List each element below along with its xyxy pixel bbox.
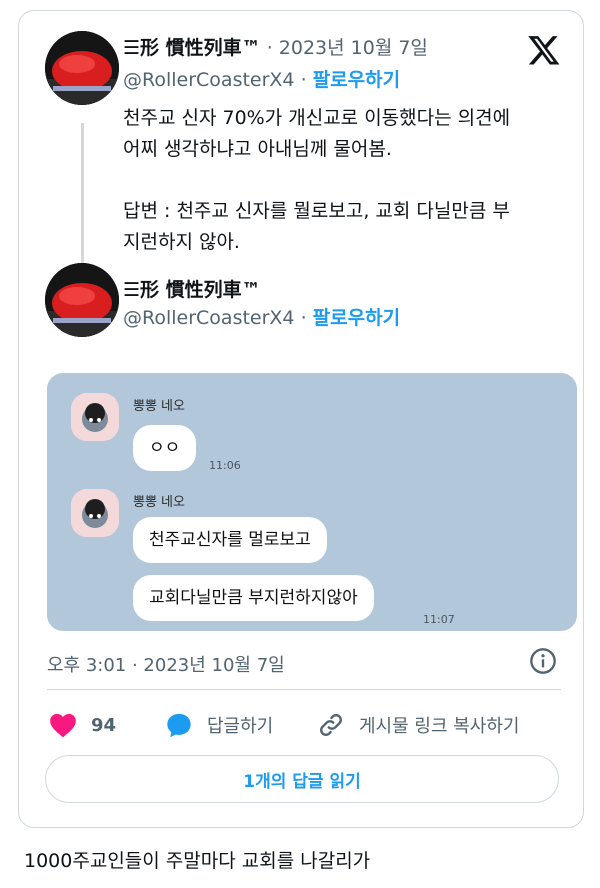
chat-sender-name: 뽕뽕 네오 xyxy=(133,399,185,414)
copy-link-button[interactable]: 게시물 링크 복사하기 xyxy=(317,711,519,739)
read-replies-button[interactable]: 1개의 답글 읽기 xyxy=(45,755,559,803)
tweet-text-line: 지런하지 않아. xyxy=(123,231,240,253)
reply-label: 답글하기 xyxy=(207,716,274,737)
chat-avatar xyxy=(71,489,119,537)
display-name[interactable]: ☰形 慣性列車™ · 2023년 10월 7일 xyxy=(123,33,428,60)
info-icon[interactable] xyxy=(529,647,557,675)
handle-row: @RollerCoasterX4 · 팔로우하기 xyxy=(123,65,400,92)
link-icon xyxy=(320,714,342,736)
reply-button[interactable]: 답글하기 xyxy=(165,711,273,739)
handle-row: @RollerCoasterX4 · 팔로우하기 xyxy=(123,303,400,330)
x-logo-icon[interactable] xyxy=(527,33,561,67)
heart-icon xyxy=(50,713,76,738)
separator: · xyxy=(294,307,313,329)
copy-link-label: 게시물 링크 복사하기 xyxy=(359,716,520,737)
chat-bubble: ㅇㅇ xyxy=(133,425,197,471)
divider xyxy=(47,689,561,690)
follow-button[interactable]: 팔로우하기 xyxy=(313,69,400,91)
avatar[interactable] xyxy=(45,263,119,337)
chat-bubble: 교회다닐만큼 부지런하지않아 xyxy=(133,575,374,621)
chat-time: 11:07 xyxy=(423,613,455,626)
separator: · xyxy=(294,69,313,91)
tweet-card: ☰形 慣性列車™ · 2023년 10월 7일 @RollerCoasterX4… xyxy=(18,10,584,828)
follow-button[interactable]: 팔로우하기 xyxy=(313,307,400,329)
chat-screenshot[interactable]: 뽕뽕 네오 ㅇㅇ 11:06 뽕뽕 네오 천주교신자를 멀로보고 교회다닐만큼 … xyxy=(47,373,577,631)
tweet-text-line: 천주교 신자 70%가 개신교로 이동했다는 의견에 xyxy=(123,107,511,129)
chat-time: 11:06 xyxy=(209,459,241,472)
user-handle[interactable]: @RollerCoasterX4 xyxy=(123,69,295,91)
chat-bubble: 천주교신자를 멀로보고 xyxy=(133,517,327,563)
tweet-date: · 2023년 10월 7일 xyxy=(260,37,428,59)
tweet-text-line: 어찌 생각하냐고 아내님께 물어봄. xyxy=(123,138,392,160)
reply-bubble-icon xyxy=(167,713,191,738)
avatar[interactable] xyxy=(45,31,119,105)
caption-text: 1000주교인들이 주말마다 교회를 나갈리가 xyxy=(24,850,371,872)
user-handle[interactable]: @RollerCoasterX4 xyxy=(123,307,295,329)
tweet-text: 천주교 신자 70%가 개신교로 이동했다는 의견에 어찌 생각하냐고 아내님께… xyxy=(123,103,573,258)
chat-avatar xyxy=(71,393,119,441)
thread-line xyxy=(81,123,84,269)
display-name[interactable]: ☰形 慣性列車™ xyxy=(123,275,261,302)
tweet-timestamp[interactable]: 오후 3:01 · 2023년 10월 7일 xyxy=(47,651,285,677)
chat-sender-name: 뽕뽕 네오 xyxy=(133,495,185,510)
like-button[interactable]: 94 xyxy=(49,711,116,739)
like-count: 94 xyxy=(91,714,117,736)
tweet-text-line: 답변 : 천주교 신자를 뭘로보고, 교회 다닐만큼 부 xyxy=(123,200,510,222)
